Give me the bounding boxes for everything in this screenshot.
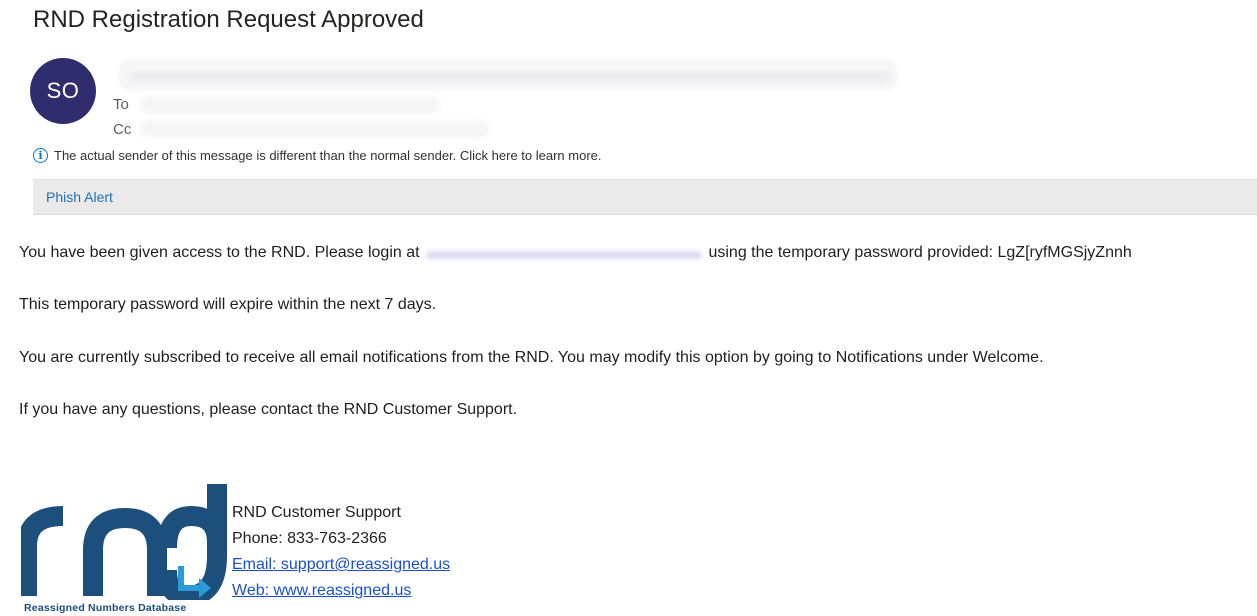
signature-name: RND Customer Support	[232, 504, 401, 521]
body-line-2: This temporary password will expire with…	[19, 296, 437, 313]
redacted-cc	[140, 120, 490, 138]
rnd-logo-mark	[17, 484, 227, 607]
redacted-login-link[interactable]	[426, 245, 703, 261]
sender-notice[interactable]: i The actual sender of this message is d…	[33, 148, 602, 163]
to-label: To	[113, 96, 129, 113]
body-line-1-prefix: You have been given access to the RND. P…	[19, 244, 420, 261]
rnd-logo: Reassigned Numbers Database	[17, 478, 231, 616]
logo-caption: Reassigned Numbers Database	[24, 602, 187, 614]
cc-label: Cc	[113, 121, 132, 138]
body-line-3: You are currently subscribed to receive …	[19, 349, 1044, 366]
signature-web-link[interactable]: Web: www.reassigned.us	[232, 578, 450, 604]
signature-block: RND Customer Support Phone: 833-763-2366…	[232, 500, 450, 604]
redacted-to	[140, 96, 440, 114]
body-line-1: You have been given access to the RND. P…	[19, 244, 1132, 262]
redacted-sender-text	[130, 72, 890, 82]
email-subject: RND Registration Request Approved	[33, 6, 424, 33]
body-line-1-suffix: using the temporary password provided: L…	[708, 244, 1132, 261]
signature-phone: Phone: 833-763-2366	[232, 530, 387, 547]
addin-bar: Phish Alert	[33, 179, 1257, 215]
signature-email-link[interactable]: Email: support@reassigned.us	[232, 552, 450, 578]
info-icon: i	[33, 148, 48, 163]
sender-notice-text[interactable]: The actual sender of this message is dif…	[54, 148, 602, 163]
sender-avatar[interactable]: SO	[30, 58, 96, 124]
body-line-4: If you have any questions, please contac…	[19, 401, 518, 418]
phish-alert-button[interactable]: Phish Alert	[46, 189, 113, 205]
